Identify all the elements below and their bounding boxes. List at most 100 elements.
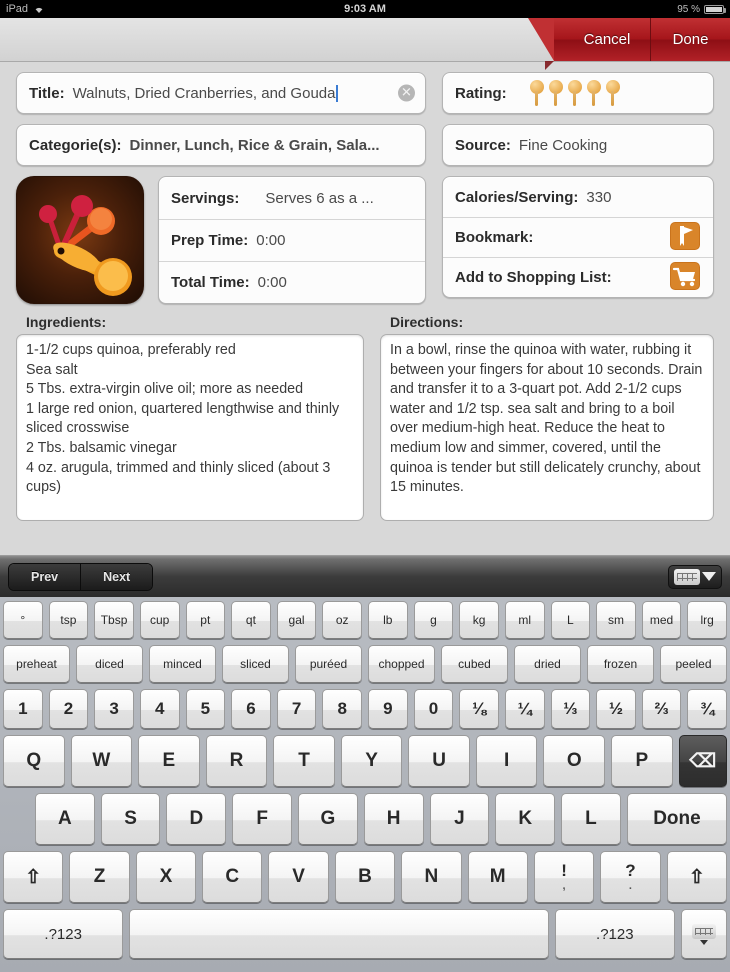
categories-field[interactable]: Categorie(s): Dinner, Lunch, Rice & Grai…: [16, 124, 426, 166]
spoon-icon[interactable]: [529, 80, 545, 106]
number-key-[interactable]: ¼: [504, 689, 545, 729]
unit-key-oz[interactable]: oz: [322, 601, 362, 639]
letter-key-r[interactable]: R: [205, 735, 268, 787]
done-button[interactable]: Done: [650, 18, 730, 61]
verb-key-peeled[interactable]: peeled: [660, 645, 727, 683]
letter-key-d[interactable]: D: [166, 793, 227, 845]
verb-key-dried[interactable]: dried: [514, 645, 581, 683]
exclamation-comma-key[interactable]: !,: [533, 851, 595, 903]
number-key-7[interactable]: 7: [276, 689, 317, 729]
clear-icon[interactable]: ✕: [398, 84, 415, 102]
title-field[interactable]: Title: Walnuts, Dried Cranberries, and G…: [16, 72, 426, 114]
unit-key-lrg[interactable]: lrg: [687, 601, 727, 639]
dismiss-keyboard-key[interactable]: [681, 909, 728, 959]
unit-key-tsp[interactable]: tsp: [48, 601, 89, 639]
rating-spoons[interactable]: [529, 80, 621, 106]
calories-field[interactable]: Calories/Serving: 330: [443, 177, 713, 217]
unit-key-[interactable]: °: [3, 601, 43, 639]
prep-time-field[interactable]: Prep Time: 0:00: [159, 219, 425, 261]
numeric-key-right[interactable]: .?123: [554, 909, 676, 959]
verb-key-cubed[interactable]: cubed: [441, 645, 508, 683]
letter-key-o[interactable]: O: [543, 735, 606, 787]
letter-key-y[interactable]: Y: [340, 735, 403, 787]
letter-key-v[interactable]: V: [268, 851, 329, 903]
directions-input[interactable]: In a bowl, rinse the quinoa with water, …: [380, 334, 714, 521]
number-key-3[interactable]: 3: [94, 689, 134, 729]
letter-key-f[interactable]: F: [232, 793, 293, 845]
unit-key-tbsp[interactable]: Tbsp: [94, 601, 134, 639]
letter-key-n[interactable]: N: [401, 851, 462, 903]
shopping-cart-icon[interactable]: [669, 261, 701, 295]
letter-key-m[interactable]: M: [467, 851, 528, 903]
space-key[interactable]: [129, 909, 549, 959]
spoon-icon[interactable]: [567, 80, 583, 106]
unit-key-gal[interactable]: gal: [276, 601, 317, 639]
number-key-2[interactable]: 2: [48, 689, 89, 729]
number-key-0[interactable]: 0: [413, 689, 454, 729]
shopping-list-field[interactable]: Add to Shopping List:: [443, 257, 713, 297]
number-key-1[interactable]: 1: [3, 689, 43, 729]
unit-key-cup[interactable]: cup: [139, 601, 180, 639]
letter-key-w[interactable]: W: [70, 735, 133, 787]
number-key-[interactable]: ½: [596, 689, 636, 729]
total-time-field[interactable]: Total Time: 0:00: [159, 261, 425, 303]
measuring-spoons-icon[interactable]: [16, 176, 144, 304]
ingredients-input[interactable]: 1-1/2 cups quinoa, preferably red Sea sa…: [16, 334, 364, 521]
numeric-key-left[interactable]: .?123: [3, 909, 124, 959]
source-field[interactable]: Source: Fine Cooking: [442, 124, 714, 166]
verb-key-chopped[interactable]: chopped: [368, 645, 435, 683]
letter-key-i[interactable]: I: [475, 735, 538, 787]
letter-key-g[interactable]: G: [298, 793, 358, 845]
number-key-5[interactable]: 5: [185, 689, 226, 729]
bookmark-field[interactable]: Bookmark:: [443, 217, 713, 257]
spoon-icon[interactable]: [586, 80, 602, 106]
unit-key-pt[interactable]: pt: [185, 601, 226, 639]
number-key-[interactable]: ⅔: [641, 689, 682, 729]
verb-key-frozen[interactable]: frozen: [587, 645, 654, 683]
verb-key-minced[interactable]: minced: [149, 645, 216, 683]
number-key-4[interactable]: 4: [139, 689, 180, 729]
unit-key-lb[interactable]: lb: [368, 601, 408, 639]
unit-key-kg[interactable]: kg: [459, 601, 499, 639]
cancel-button[interactable]: Cancel: [554, 18, 650, 61]
spoon-icon[interactable]: [548, 80, 564, 106]
letter-key-b[interactable]: B: [334, 851, 396, 903]
unit-key-med[interactable]: med: [641, 601, 682, 639]
letter-key-z[interactable]: Z: [69, 851, 130, 903]
spoon-icon[interactable]: [605, 80, 621, 106]
letter-key-u[interactable]: U: [408, 735, 470, 787]
backspace-key[interactable]: ⌫: [678, 735, 728, 787]
next-button[interactable]: Next: [80, 563, 153, 590]
letter-key-q[interactable]: Q: [2, 735, 65, 787]
unit-key-qt[interactable]: qt: [231, 601, 271, 639]
letter-key-s[interactable]: S: [100, 793, 161, 845]
letter-key-a[interactable]: A: [34, 793, 95, 845]
number-key-6[interactable]: 6: [231, 689, 271, 729]
letter-key-k[interactable]: K: [495, 793, 556, 845]
letter-key-x[interactable]: X: [135, 851, 197, 903]
letter-key-t[interactable]: T: [273, 735, 335, 787]
bookmark-icon[interactable]: [669, 221, 701, 255]
number-key-[interactable]: ⅛: [459, 689, 499, 729]
number-key-9[interactable]: 9: [368, 689, 408, 729]
letter-key-j[interactable]: J: [429, 793, 490, 845]
servings-field[interactable]: Servings: Serves 6 as a ...: [159, 177, 425, 219]
letter-key-p[interactable]: P: [611, 735, 673, 787]
letter-key-c[interactable]: C: [202, 851, 263, 903]
number-key-8[interactable]: 8: [322, 689, 362, 729]
verb-key-sliced[interactable]: sliced: [222, 645, 289, 683]
verb-key-diced[interactable]: diced: [76, 645, 143, 683]
letter-key-l[interactable]: L: [561, 793, 621, 845]
unit-key-l[interactable]: L: [550, 601, 591, 639]
verb-key-preheat[interactable]: preheat: [3, 645, 70, 683]
prev-button[interactable]: Prev: [9, 563, 81, 590]
done-key[interactable]: Done: [626, 793, 728, 845]
letter-key-h[interactable]: H: [363, 793, 424, 845]
hide-keyboard-button[interactable]: [668, 564, 722, 589]
number-key-[interactable]: ⅓: [550, 689, 591, 729]
shift-key-left[interactable]: ⇧: [3, 851, 64, 903]
prev-next-segmented-control[interactable]: Prev Next: [8, 562, 154, 591]
question-period-key[interactable]: ?.: [600, 851, 661, 903]
number-key-[interactable]: ¾: [687, 689, 727, 729]
verb-key-pured[interactable]: puréed: [295, 645, 362, 683]
